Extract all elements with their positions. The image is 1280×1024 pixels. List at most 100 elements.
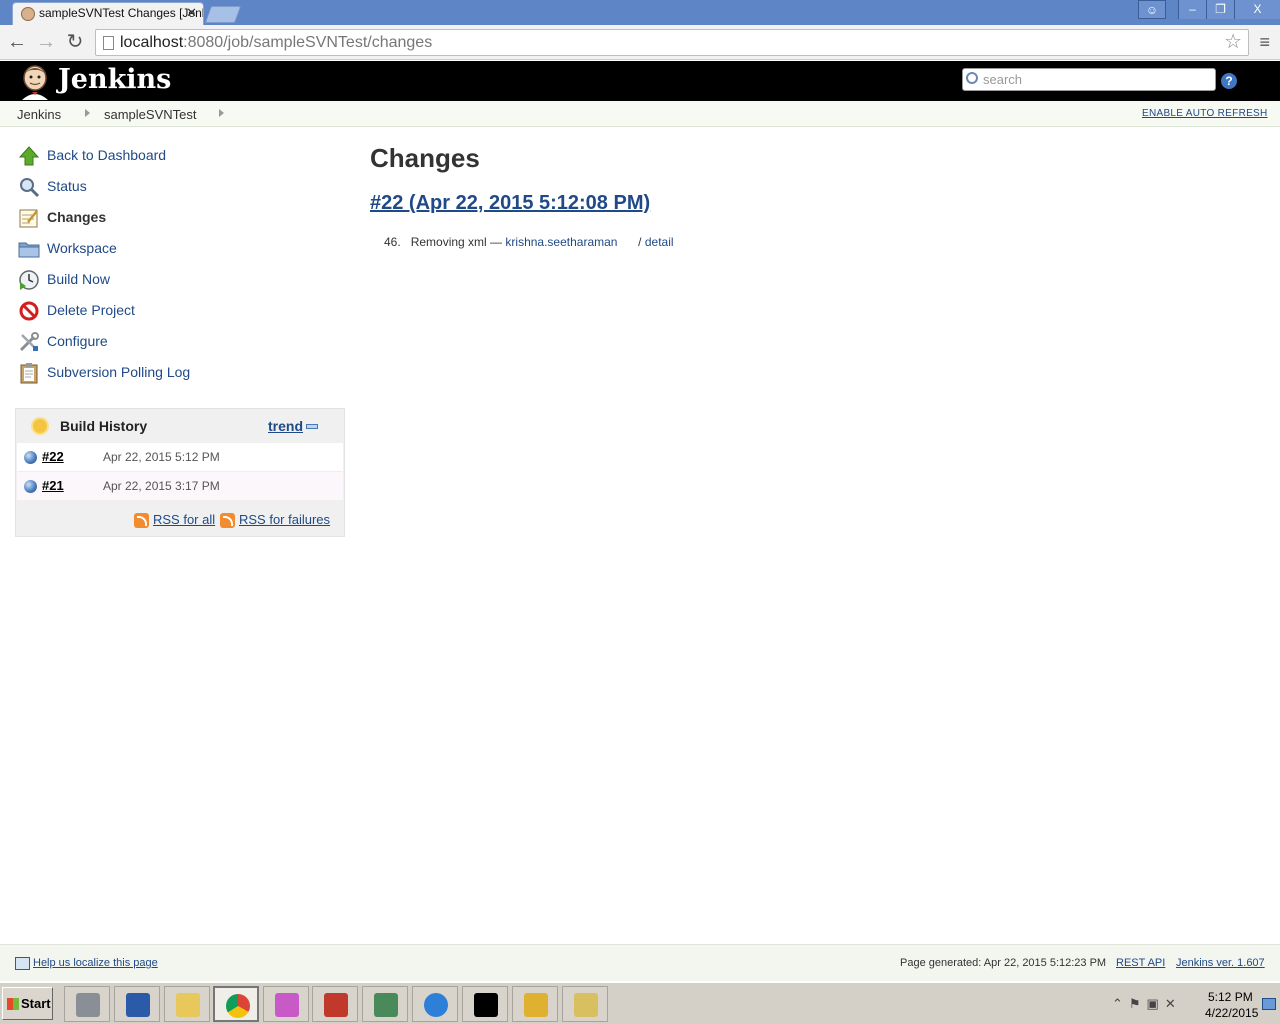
task-back-to-dashboard[interactable]: Back to Dashboard: [16, 140, 336, 171]
wrench-screwdriver-icon: [19, 332, 39, 352]
change-message: Removing xml —: [410, 235, 503, 249]
task-changes[interactable]: Changes: [16, 202, 336, 233]
build-number-link[interactable]: #22: [42, 449, 64, 464]
help-icon[interactable]: ?: [1221, 73, 1237, 89]
taskbar: Start ⌃⚑▣✕ 5:12 PM 4/22/2015: [0, 982, 1280, 1024]
minimize-button[interactable]: –: [1178, 0, 1206, 19]
url-host: localhost: [120, 34, 184, 51]
task-label: Configure: [47, 333, 108, 349]
browser-tab[interactable]: sampleSVNTest Changes [Jenkins] ✕: [12, 2, 204, 25]
breadcrumb: Jenkins sampleSVNTest ENABLE AUTO REFRES…: [0, 101, 1280, 127]
database-app[interactable]: [512, 986, 558, 1022]
clock-play-icon: [19, 270, 39, 290]
side-panel-tasks: Back to Dashboard Status Changes Workspa…: [16, 140, 336, 388]
windows-flag-icon: [7, 998, 19, 1010]
browser-titlebar: sampleSVNTest Changes [Jenkins] ✕ ☺ – ❐ …: [0, 0, 1280, 25]
build-row: #21 Apr 22, 2015 3:17 PM: [17, 471, 343, 500]
show-desktop-icon[interactable]: [1262, 998, 1276, 1010]
command-prompt-icon: [474, 993, 498, 1017]
page-generated: Page generated: Apr 22, 2015 5:12:23 PM: [900, 957, 1107, 969]
jenkins-title[interactable]: Jenkins: [58, 64, 171, 95]
clipboard-icon: [20, 363, 38, 384]
task-build-now[interactable]: Build Now: [16, 264, 336, 295]
task-label: Status: [47, 178, 87, 194]
change-entry: 46. Removing xml — krishna.seetharaman /…: [384, 235, 674, 249]
trend-link[interactable]: trend: [268, 418, 303, 434]
task-label: Subversion Polling Log: [47, 364, 191, 380]
new-tab-button[interactable]: [204, 6, 242, 23]
forward-arrow-icon[interactable]: →: [35, 31, 57, 53]
build-number-link[interactable]: #21: [42, 478, 64, 493]
build-link[interactable]: #22 (Apr 22, 2015 5:12:08 PM): [370, 192, 650, 215]
author-link[interactable]: krishna.seetharaman: [505, 235, 617, 249]
breadcrumb-jenkins[interactable]: Jenkins: [17, 107, 61, 122]
visual-studio-app[interactable]: [263, 986, 309, 1022]
restore-button[interactable]: ❐: [1206, 0, 1234, 19]
blue-ball-status-icon: [24, 451, 37, 464]
task-label: Workspace: [47, 240, 117, 256]
enable-auto-refresh-link[interactable]: ENABLE AUTO REFRESH: [1142, 108, 1268, 119]
admin-tools-app[interactable]: [562, 986, 608, 1022]
server-manager-app[interactable]: [64, 986, 110, 1022]
tray-icons[interactable]: ⌃⚑▣✕: [1112, 996, 1182, 1012]
task-subversion-polling-log[interactable]: Subversion Polling Log: [16, 357, 336, 388]
reload-icon[interactable]: ↻: [64, 31, 86, 53]
search-placeholder: search: [983, 72, 1023, 87]
task-status[interactable]: Status: [16, 171, 336, 202]
breadcrumb-arrow-icon[interactable]: [85, 109, 90, 117]
task-delete-project[interactable]: Delete Project: [16, 295, 336, 326]
rss-failures-link[interactable]: RSS for failures: [239, 512, 330, 527]
explorer-app[interactable]: [164, 986, 210, 1022]
sun-weather-icon: [33, 419, 47, 433]
tab-close-icon[interactable]: ✕: [186, 3, 197, 23]
jenkins-version-link[interactable]: Jenkins ver. 1.607: [1176, 957, 1265, 969]
localize-link[interactable]: Help us localize this page: [33, 957, 158, 969]
breadcrumb-arrow-icon[interactable]: [219, 109, 224, 117]
folder-icon: [18, 242, 40, 258]
rss-all-link[interactable]: RSS for all: [153, 512, 215, 527]
admin-tools-icon: [574, 993, 598, 1017]
collapse-icon[interactable]: [306, 424, 318, 429]
change-separator: /: [638, 235, 642, 249]
rss-icon[interactable]: [134, 513, 149, 528]
detail-link[interactable]: detail: [645, 235, 674, 249]
search-icon: [966, 72, 978, 84]
breadcrumb-project[interactable]: sampleSVNTest: [104, 107, 196, 122]
folder-icon: [176, 993, 200, 1017]
no-entry-icon: [19, 301, 39, 321]
jenkins-favicon-icon: [21, 7, 35, 21]
start-button[interactable]: Start: [2, 987, 53, 1020]
powershell-app[interactable]: [114, 986, 160, 1022]
build-date: Apr 22, 2015 3:17 PM: [103, 479, 220, 493]
close-window-button[interactable]: X: [1234, 0, 1280, 19]
task-label: Delete Project: [47, 302, 135, 318]
browser-menu-icon[interactable]: ≡: [1259, 32, 1270, 53]
build-date: Apr 22, 2015 5:12 PM: [103, 450, 220, 464]
command-prompt-app[interactable]: [462, 986, 508, 1022]
network-app[interactable]: [362, 986, 408, 1022]
bookmark-star-icon[interactable]: ☆: [1224, 30, 1242, 55]
clock-date[interactable]: 4/22/2015: [1205, 1006, 1258, 1020]
task-label: Back to Dashboard: [47, 147, 167, 163]
task-label: Changes: [47, 209, 107, 225]
toolbox-app[interactable]: [312, 986, 358, 1022]
back-arrow-icon[interactable]: ←: [6, 31, 28, 53]
rss-icon[interactable]: [220, 513, 235, 528]
system-tray: ⌃⚑▣✕ 5:12 PM 4/22/2015: [1104, 986, 1280, 1022]
tab-title: sampleSVNTest Changes [Jenkins]: [39, 6, 203, 20]
task-workspace[interactable]: Workspace: [16, 233, 336, 264]
rest-api-link[interactable]: REST API: [1116, 957, 1165, 969]
build-history-header: Build History trend: [16, 409, 344, 443]
up-arrow-icon: [18, 146, 40, 166]
chrome-app[interactable]: [213, 986, 259, 1022]
address-bar[interactable]: localhost:8080/job/sampleSVNTest/changes…: [95, 29, 1249, 56]
internet-explorer-app[interactable]: [412, 986, 458, 1022]
chrome-icon: [226, 994, 250, 1018]
visual-studio-icon: [275, 993, 299, 1017]
clock-time[interactable]: 5:12 PM: [1208, 990, 1253, 1004]
user-profile-icon[interactable]: ☺: [1138, 0, 1166, 19]
database-icon: [524, 993, 548, 1017]
task-configure[interactable]: Configure: [16, 326, 336, 357]
search-input[interactable]: search: [962, 68, 1216, 91]
jenkins-butler-logo-icon[interactable]: [18, 64, 52, 100]
